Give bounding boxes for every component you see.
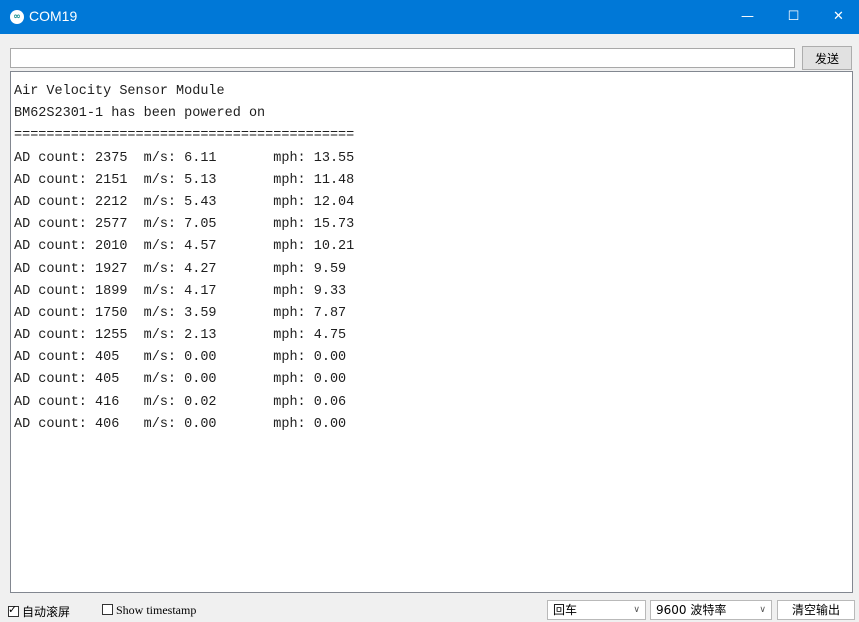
maximize-button[interactable]: ☐	[771, 0, 816, 34]
output-line: AD count: 405 m/s: 0.00 mph: 0.00	[14, 372, 347, 388]
output-line: BM62S2301-1 has been powered on	[14, 106, 266, 122]
checkbox-unchecked-icon	[102, 604, 113, 615]
serial-output-panel[interactable]: Air Velocity Sensor Module BM62S2301-1 ha…	[10, 71, 853, 593]
output-line: AD count: 1255 m/s: 2.13 mph: 4.75	[14, 328, 347, 344]
close-button[interactable]: ✕	[816, 0, 859, 34]
status-bar: ✓ 自动滚屏 Show timestamp 回车 ∨ 9600 波特率 ∨ 清空输…	[0, 597, 859, 622]
output-line: AD count: 1899 m/s: 4.17 mph: 9.33	[14, 283, 347, 299]
chevron-down-icon: ∨	[759, 605, 766, 615]
output-line: AD count: 1927 m/s: 4.27 mph: 9.59	[14, 261, 347, 277]
baud-rate-value: 9600 波特率	[656, 603, 727, 617]
clear-output-button[interactable]: 清空输出	[777, 600, 855, 620]
output-line: AD count: 406 m/s: 0.00 mph: 0.00	[14, 416, 347, 432]
output-line: AD count: 2151 m/s: 5.13 mph: 11.48	[14, 172, 355, 188]
output-line: AD count: 1750 m/s: 3.59 mph: 7.87	[14, 305, 347, 321]
minimize-button[interactable]: —	[725, 0, 770, 34]
window-titlebar[interactable]: ∞ COM19 — ☐ ✕	[0, 0, 859, 34]
autoscroll-label: 自动滚屏	[22, 605, 71, 619]
show-timestamp-label: Show timestamp	[116, 603, 197, 617]
send-button[interactable]: 发送	[802, 46, 852, 70]
output-line: AD count: 2375 m/s: 6.11 mph: 13.55	[14, 150, 355, 166]
line-ending-value: 回车	[553, 603, 578, 617]
arduino-infinity-icon: ∞	[10, 10, 24, 24]
window-title: COM19	[29, 8, 78, 24]
output-line: AD count: 416 m/s: 0.02 mph: 0.06	[14, 394, 347, 410]
send-bar: 发送	[0, 34, 859, 71]
serial-output-text: Air Velocity Sensor Module BM62S2301-1 ha…	[14, 81, 354, 436]
show-timestamp-checkbox[interactable]: Show timestamp	[102, 603, 196, 617]
output-line: ========================================…	[14, 128, 355, 144]
output-line: AD count: 405 m/s: 0.00 mph: 0.00	[14, 350, 347, 366]
output-line: Air Velocity Sensor Module	[14, 84, 225, 99]
output-line: AD count: 2212 m/s: 5.43 mph: 12.04	[14, 194, 355, 210]
serial-input-field[interactable]	[10, 48, 795, 68]
autoscroll-checkbox[interactable]: ✓ 自动滚屏	[8, 603, 71, 619]
chevron-down-icon: ∨	[633, 605, 640, 615]
baud-rate-select[interactable]: 9600 波特率 ∨	[650, 600, 772, 620]
checkbox-checked-icon: ✓	[8, 603, 19, 617]
line-ending-select[interactable]: 回车 ∨	[547, 600, 646, 620]
output-line: AD count: 2010 m/s: 4.57 mph: 10.21	[14, 239, 355, 255]
output-line: AD count: 2577 m/s: 7.05 mph: 15.73	[14, 217, 355, 233]
